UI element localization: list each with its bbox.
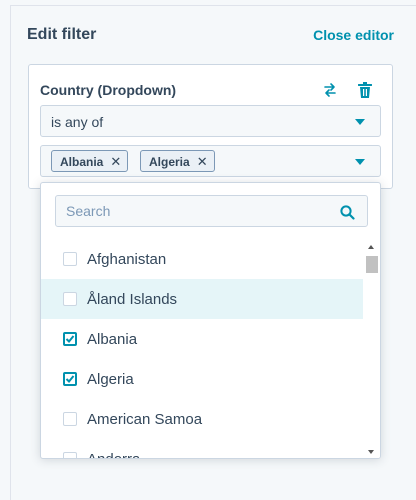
country-dropdown-menu: Afghanistan Åland Islands Albania Algeri… [40,182,381,459]
operator-value: is any of [51,114,104,130]
scroll-thumb[interactable] [366,256,378,273]
search-box [55,195,368,227]
checkbox[interactable] [63,452,77,458]
option-label: Afghanistan [87,251,167,268]
scroll-up-arrow-icon[interactable] [368,245,374,249]
values-multiselect[interactable]: Albania ✕ Algeria ✕ [40,145,381,177]
caret-down-icon[interactable] [355,159,365,165]
checkbox[interactable] [63,372,77,386]
checkbox[interactable] [63,292,77,306]
list-item[interactable]: Algeria [41,359,363,399]
tag-label: Algeria [149,155,190,169]
list-item[interactable]: Andorra [41,439,363,458]
checkmark-icon [65,375,75,383]
option-label: American Samoa [87,411,203,428]
trash-icon[interactable] [357,81,373,99]
checkbox[interactable] [63,332,77,346]
operator-select[interactable]: is any of [40,105,381,137]
remove-tag-icon[interactable]: ✕ [110,154,121,170]
panel-title: Edit filter [27,26,97,43]
checkbox[interactable] [63,412,77,426]
caret-down-icon [355,119,365,125]
options-list[interactable]: Afghanistan Åland Islands Albania Algeri… [41,239,363,458]
option-label: Åland Islands [87,291,178,308]
selected-tag: Algeria ✕ [140,150,215,172]
list-item[interactable]: American Samoa [41,399,363,439]
scroll-down-arrow-icon[interactable] [368,450,374,454]
option-label: Albania [87,331,138,348]
list-item[interactable]: Albania [41,319,363,359]
list-item[interactable]: Åland Islands [41,279,363,319]
close-editor-link[interactable]: Close editor [313,27,394,43]
swap-arrows-icon[interactable] [322,82,338,98]
option-label: Algeria [87,371,134,388]
tag-label: Albania [60,155,104,169]
selected-tag: Albania ✕ [51,150,129,172]
option-label: Andorra [87,451,140,458]
list-item[interactable]: Afghanistan [41,239,363,279]
list-scrollbar[interactable] [363,239,380,458]
search-icon [340,205,355,220]
remove-tag-icon[interactable]: ✕ [197,154,208,170]
search-input[interactable] [56,196,336,226]
property-label: Country (Dropdown) [40,82,177,98]
checkmark-icon [65,335,75,343]
filter-card: Country (Dropdown) is any of Albania ✕ Al… [28,64,393,189]
checkbox[interactable] [63,252,77,266]
